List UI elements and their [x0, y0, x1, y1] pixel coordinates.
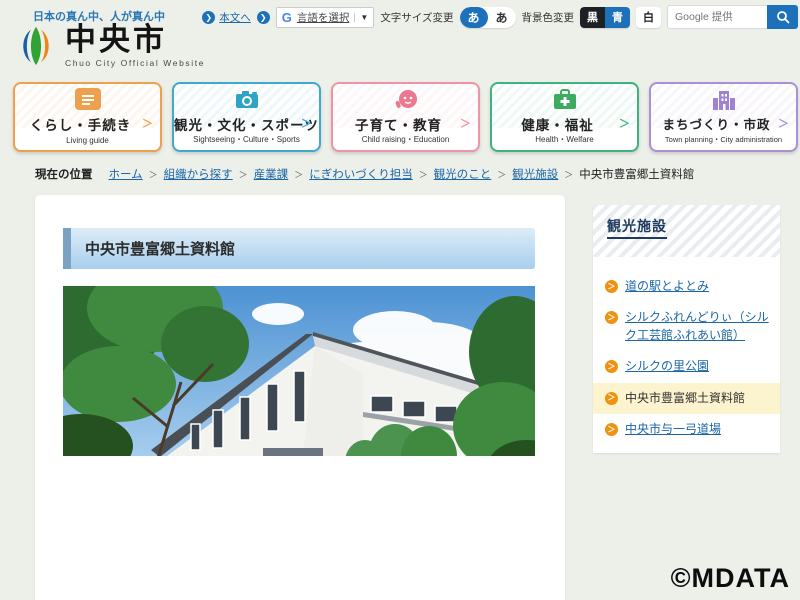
text-size-switch: あ あ — [459, 6, 516, 28]
sidebar-link-silk-park[interactable]: ＞ シルクの里公園 — [593, 351, 780, 382]
nav-card-health[interactable]: 健康・福祉 ＞ Health・Welfare — [490, 82, 639, 152]
bg-white-wrap: 白 — [636, 6, 661, 28]
sidebar-link-label[interactable]: シルクの里公園 — [625, 358, 709, 375]
museum-photo — [63, 286, 535, 456]
main-content-panel: 中央市豊富郷土資料館 — [35, 195, 565, 600]
breadcrumb-separator: ＞ — [497, 169, 507, 180]
text-size-large-button[interactable]: あ — [488, 7, 516, 28]
skip-link[interactable]: 本文へ — [219, 10, 251, 25]
breadcrumb-link-industry[interactable]: 産業課 — [254, 166, 289, 182]
baby-icon — [393, 88, 419, 116]
nav-card-label: 観光・文化・スポーツ — [174, 118, 319, 133]
nav-card-living[interactable]: くらし・手続き ＞ Living guide — [13, 82, 162, 152]
nav-card-cityadmin[interactable]: まちづくり・市政 ＞ Town planning・City administra… — [649, 82, 798, 152]
page-title: 中央市豊富郷土資料館 — [63, 228, 535, 269]
sidebar-link-label[interactable]: 道の駅とよとみ — [625, 278, 709, 295]
breadcrumb-separator: ＞ — [418, 169, 428, 180]
nav-card-label: 子育て・教育 — [355, 118, 442, 133]
nav-card-sightseeing[interactable]: 観光・文化・スポーツ ＞ Sightseeing・Culture・Sports — [172, 82, 321, 152]
search-input[interactable] — [667, 5, 767, 29]
breadcrumb-current: 中央市豊富郷土資料館 — [579, 169, 695, 181]
utility-bar: ❯ 本文へ ❯ G 言語を選択 ▼ 文字サイズ変更 あ あ 背景色変更 黒 青 … — [202, 5, 798, 29]
arrow-right-icon: ❯ — [256, 10, 270, 24]
breadcrumb-separator: ＞ — [238, 169, 248, 180]
building-icon — [712, 88, 736, 115]
bg-blue-button[interactable]: 青 — [605, 6, 630, 28]
sidebar-link-museum-current[interactable]: ＞ 中央市豊富郷土資料館 — [593, 382, 780, 414]
chevron-right-icon: ＞ — [619, 118, 630, 130]
nav-card-label: まちづくり・市政 — [662, 118, 771, 132]
arrow-right-icon: ＞ — [605, 391, 618, 405]
language-select-label[interactable]: 言語を選択 — [297, 10, 350, 25]
breadcrumb-separator: ＞ — [148, 169, 158, 180]
breadcrumb-label: 現在の位置 — [35, 169, 93, 181]
chevron-right-icon: ＞ — [778, 118, 789, 130]
breadcrumb-link-nigiwai[interactable]: にぎわいづくり担当 — [309, 166, 413, 182]
site-subtitle: Chuo City Official Website — [65, 58, 206, 69]
skip-to-content[interactable]: ❯ 本文へ — [202, 10, 251, 25]
search-button[interactable] — [767, 5, 798, 29]
breadcrumb-link-home[interactable]: ホーム — [109, 166, 143, 182]
site-search — [667, 5, 798, 29]
arrow-right-icon: ＞ — [605, 311, 618, 325]
sidebar-link-archery[interactable]: ＞ 中央市与一弓道場 — [593, 414, 780, 445]
breadcrumb-separator: ＞ — [564, 169, 574, 180]
sidebar-link-label[interactable]: 中央市与一弓道場 — [625, 421, 721, 438]
bg-color-label: 背景色変更 — [521, 11, 575, 24]
chuo-city-mark-icon — [23, 26, 49, 66]
nav-card-label: 健康・福祉 — [521, 118, 594, 133]
nav-card-childraising[interactable]: 子育て・教育 ＞ Child raising・Education — [331, 82, 480, 152]
chevron-right-icon: ＞ — [460, 118, 471, 130]
breadcrumb-link-organization[interactable]: 組織から探す — [164, 166, 233, 182]
camera-icon — [234, 88, 260, 115]
bg-white-button[interactable]: 白 — [636, 6, 661, 28]
nav-card-sublabel: Living guide — [66, 136, 109, 145]
breadcrumb-link-kanko[interactable]: 観光のこと — [434, 166, 492, 182]
language-select[interactable]: G 言語を選択 ▼ — [275, 6, 375, 28]
site-logo[interactable]: 中央市 Chuo City Official Website — [13, 22, 206, 69]
site-title-block: 中央市 Chuo City Official Website — [65, 22, 206, 69]
arrow-right-icon: ＞ — [605, 422, 618, 436]
sidebar-link-silk-friendly[interactable]: ＞ シルクふれんどりぃ（シルク工芸館ふれあい館） — [593, 302, 780, 351]
nav-card-sublabel: Town planning・City administration — [664, 135, 783, 144]
search-icon — [776, 11, 790, 24]
bg-color-switch: 黒 青 — [580, 6, 630, 28]
chevron-right-icon: ＞ — [142, 118, 153, 130]
site-name: 中央市 — [65, 22, 167, 57]
sidebar-link-michinoeki[interactable]: ＞ 道の駅とよとみ — [593, 271, 780, 302]
breadcrumb-link-facilities[interactable]: 観光施設 — [512, 166, 558, 182]
watermark: ©MDATA — [670, 563, 790, 593]
sidebar-links: ＞ 道の駅とよとみ ＞ シルクふれんどりぃ（シルク工芸館ふれあい館） ＞ シルク… — [593, 257, 780, 445]
nav-card-label: くらし・手続き — [29, 118, 132, 133]
nav-card-sublabel: Sightseeing・Culture・Sports — [193, 135, 300, 144]
sidebar-link-label[interactable]: シルクふれんどりぃ（シルク工芸館ふれあい館） — [625, 309, 772, 344]
chevron-down-icon[interactable]: ▼ — [354, 12, 368, 22]
google-logo-icon: G — [281, 9, 292, 25]
bg-black-button[interactable]: 黒 — [580, 6, 605, 28]
sidebar-link-label: 中央市豊富郷土資料館 — [625, 390, 746, 405]
memo-icon — [74, 88, 101, 110]
arrow-right-icon: ＞ — [605, 360, 618, 374]
breadcrumb-separator: ＞ — [294, 169, 304, 180]
sidebar-header: 観光施設 — [593, 205, 780, 257]
nav-card-sublabel: Health・Welfare — [535, 135, 594, 144]
sidebar-tourist-facilities: 観光施設 ＞ 道の駅とよとみ ＞ シルクふれんどりぃ（シルク工芸館ふれあい館） … — [593, 205, 780, 454]
main-navigation: くらし・手続き ＞ Living guide 観光・文化・スポーツ ＞ Sigh… — [13, 82, 798, 152]
arrow-right-icon: ❯ — [202, 10, 216, 24]
first-aid-icon — [552, 88, 578, 115]
chevron-right-icon: ＞ — [301, 118, 312, 130]
sidebar-title: 観光施設 — [607, 218, 667, 239]
text-size-label: 文字サイズ変更 — [380, 11, 454, 24]
nav-card-sublabel: Child raising・Education — [361, 135, 450, 144]
breadcrumb: 現在の位置 ホーム ＞ 組織から探す ＞ 産業課 ＞ にぎわいづくり担当 ＞ 観… — [35, 166, 790, 182]
arrow-right-icon: ＞ — [605, 280, 618, 293]
text-size-normal-button[interactable]: あ — [459, 6, 488, 28]
